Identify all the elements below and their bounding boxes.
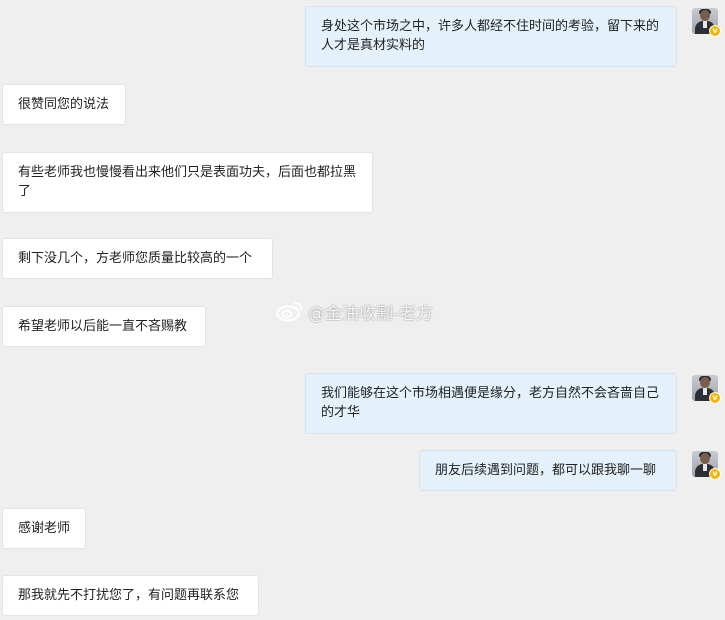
message-text: 朋友后续遇到问题，都可以跟我聊一聊 — [435, 463, 657, 478]
message-bubble-incoming[interactable]: 剩下没几个，方老师您质量比较高的一个 — [2, 238, 273, 279]
avatar[interactable]: v — [692, 8, 721, 37]
chat-window: 身处这个市场之中，许多人都经不住时间的考验，留下来的人才是真材实料的 v 很赞同… — [0, 0, 725, 620]
message-text: 感谢老师 — [18, 521, 71, 536]
message-text: 那我就先不打扰您了，有问题再联系您 — [18, 588, 240, 603]
message-text: 希望老师以后能一直不吝赐教 — [18, 319, 188, 334]
message-bubble-outgoing[interactable]: 我们能够在这个市场相遇便是缘分，老方自然不会吝啬自己的才华 — [305, 373, 677, 434]
watermark: @金油收割-老方 — [276, 298, 433, 324]
verified-badge-icon: v — [709, 25, 721, 37]
message-text: 剩下没几个，方老师您质量比较高的一个 — [18, 251, 253, 266]
message-bubble-outgoing[interactable]: 朋友后续遇到问题，都可以跟我聊一聊 — [419, 450, 677, 491]
avatar[interactable]: v — [692, 451, 721, 480]
weibo-logo-icon — [276, 302, 303, 322]
verified-badge-icon: v — [709, 468, 721, 480]
message-bubble-incoming[interactable]: 有些老师我也慢慢看出来他们只是表面功夫，后面也都拉黑了 — [2, 152, 373, 213]
message-text: 身处这个市场之中，许多人都经不住时间的考验，留下来的人才是真材实料的 — [321, 19, 660, 53]
message-text: 有些老师我也慢慢看出来他们只是表面功夫，后面也都拉黑了 — [18, 165, 357, 199]
message-text: 我们能够在这个市场相遇便是缘分，老方自然不会吝啬自己的才华 — [321, 386, 660, 420]
message-bubble-incoming[interactable]: 那我就先不打扰您了，有问题再联系您 — [2, 575, 259, 616]
message-bubble-incoming[interactable]: 很赞同您的说法 — [2, 84, 126, 125]
message-bubble-incoming[interactable]: 希望老师以后能一直不吝赐教 — [2, 306, 206, 347]
message-bubble-outgoing[interactable]: 身处这个市场之中，许多人都经不住时间的考验，留下来的人才是真材实料的 — [305, 6, 677, 67]
verified-badge-icon: v — [709, 392, 721, 404]
message-bubble-incoming[interactable]: 感谢老师 — [2, 508, 86, 549]
message-text: 很赞同您的说法 — [18, 97, 110, 112]
avatar[interactable]: v — [692, 375, 721, 404]
watermark-text: @金油收割-老方 — [308, 303, 434, 324]
